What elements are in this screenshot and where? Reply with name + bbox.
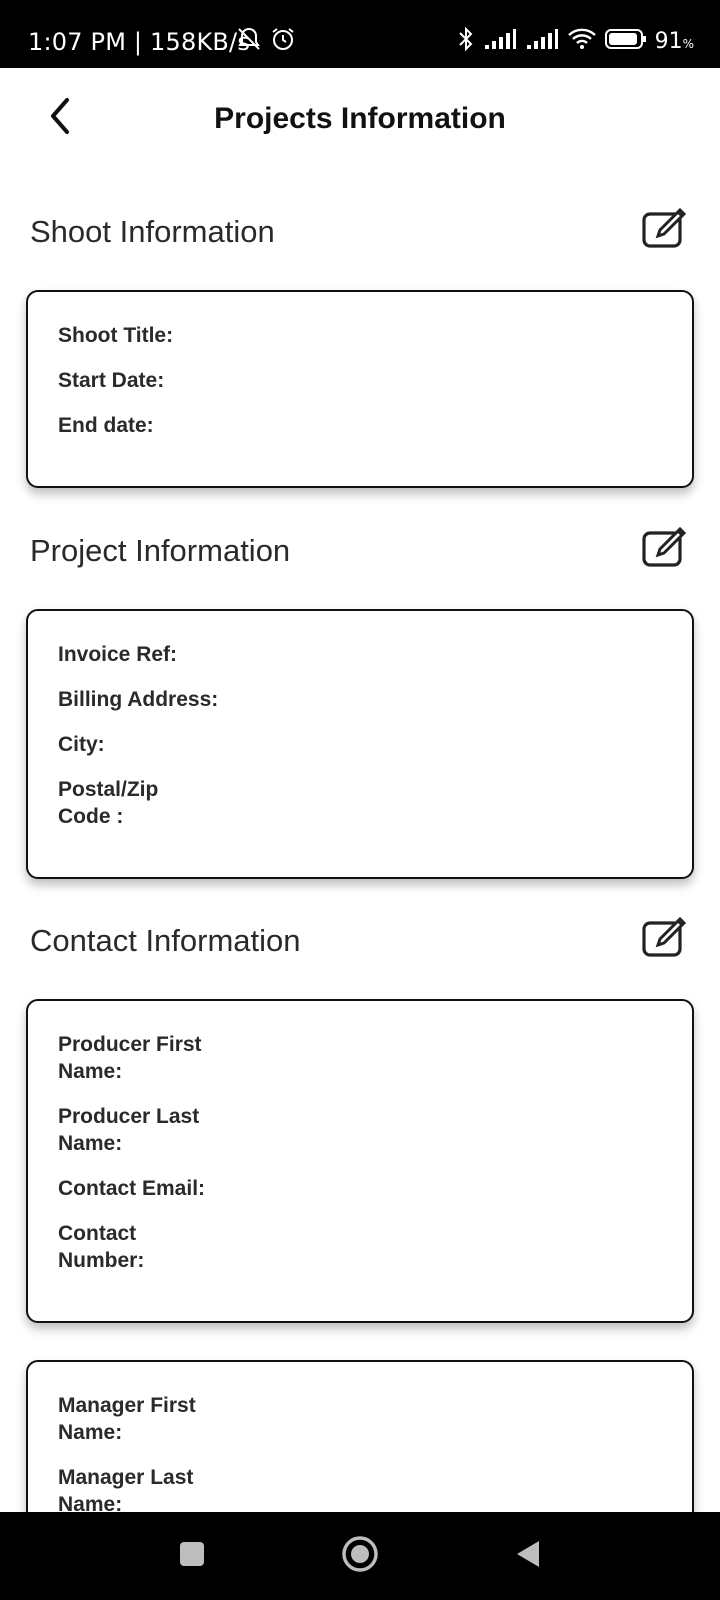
recent-apps-icon bbox=[178, 1540, 206, 1573]
edit-icon bbox=[640, 207, 690, 254]
contact-email-label: Contact Email: bbox=[58, 1177, 206, 1200]
postal-code-label: Postal/Zip Code : bbox=[58, 778, 159, 828]
battery-icon bbox=[604, 28, 647, 55]
notification-off-icon bbox=[236, 26, 262, 57]
section-title: Contact Information bbox=[30, 923, 301, 958]
system-back-button[interactable] bbox=[506, 1534, 550, 1578]
contact-section-header: Contact Information bbox=[30, 915, 690, 965]
bluetooth-icon bbox=[457, 26, 475, 57]
producer-first-name-label: Producer First Name: bbox=[58, 1033, 202, 1083]
edit-project-button[interactable] bbox=[640, 525, 690, 569]
edit-contact-button[interactable] bbox=[640, 915, 690, 959]
signal-icon bbox=[483, 28, 517, 55]
alarm-icon bbox=[270, 26, 296, 57]
status-time: 1:07 PM | 158KB/s bbox=[28, 28, 251, 56]
page-title: Projects Information bbox=[214, 102, 506, 135]
billing-address-label: Billing Address: bbox=[58, 688, 219, 711]
invoice-ref-label: Invoice Ref: bbox=[58, 643, 178, 666]
edit-shoot-button[interactable] bbox=[640, 206, 690, 250]
shoot-info-card: Shoot Title: Start Date: End date: bbox=[26, 290, 694, 488]
edit-icon bbox=[640, 526, 690, 573]
app-header: Projects Information bbox=[0, 68, 720, 172]
contact-info-card: Producer First Name: Producer Last Name:… bbox=[26, 999, 694, 1323]
edit-icon bbox=[640, 916, 690, 963]
shoot-section-header: Shoot Information bbox=[30, 206, 690, 256]
contact-number-label: Contact Number: bbox=[58, 1222, 145, 1272]
producer-last-name-label: Producer Last Name: bbox=[58, 1105, 200, 1155]
manager-first-name-label: Manager First Name: bbox=[58, 1394, 196, 1444]
navigation-bar bbox=[0, 1512, 720, 1600]
home-button[interactable] bbox=[338, 1534, 382, 1578]
end-date-label: End date: bbox=[58, 414, 154, 437]
shoot-title-label: Shoot Title: bbox=[58, 324, 174, 347]
section-title: Shoot Information bbox=[30, 214, 275, 249]
project-section-header: Project Information bbox=[30, 525, 690, 575]
project-info-card: Invoice Ref: Billing Address: City: Post… bbox=[26, 609, 694, 879]
wifi-icon bbox=[567, 27, 597, 56]
battery-level: 91% bbox=[654, 29, 694, 54]
back-icon bbox=[513, 1538, 543, 1575]
city-label: City: bbox=[58, 733, 105, 756]
manager-last-name-label: Manager Last Name: bbox=[58, 1466, 194, 1516]
home-icon bbox=[340, 1534, 380, 1579]
section-title: Project Information bbox=[30, 533, 291, 568]
status-bar: 1:07 PM | 158KB/s 91% bbox=[0, 0, 720, 68]
signal-icon bbox=[525, 28, 559, 55]
recent-apps-button[interactable] bbox=[170, 1534, 214, 1578]
start-date-label: Start Date: bbox=[58, 369, 165, 392]
